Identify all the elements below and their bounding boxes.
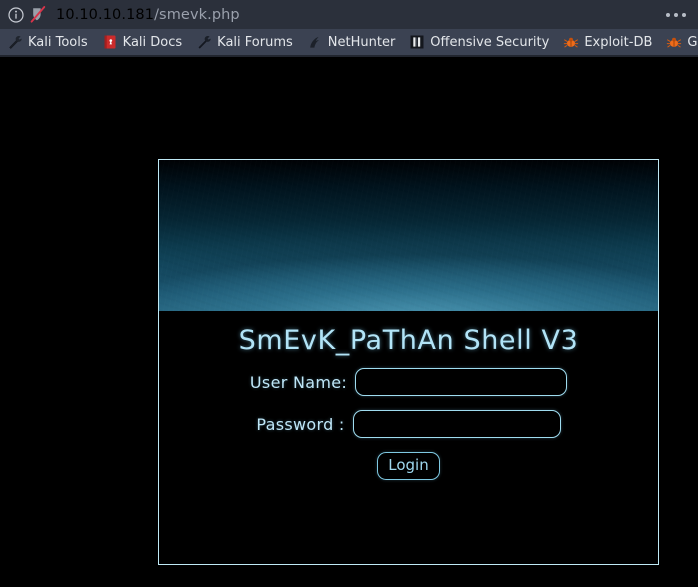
bookmark-offensive-security[interactable]: Offensive Security bbox=[402, 29, 556, 55]
nethunter-dragon-icon bbox=[307, 34, 323, 50]
login-button[interactable]: Login bbox=[377, 452, 440, 480]
password-label: Password : bbox=[256, 414, 345, 434]
more-dot bbox=[682, 12, 686, 17]
url-path: /smevk.php bbox=[154, 6, 240, 23]
bookmark-label: NetHunter bbox=[327, 34, 396, 50]
bookmark-label: Kali Forums bbox=[217, 34, 293, 50]
exploit-db-bug-icon bbox=[563, 34, 579, 50]
password-row: Password : bbox=[159, 410, 658, 438]
username-row: User Name: bbox=[159, 368, 658, 396]
shell-banner-image bbox=[159, 160, 658, 311]
bookmark-label: Exploit-DB bbox=[584, 34, 653, 50]
more-options-icon[interactable] bbox=[660, 9, 692, 21]
bookmark-label: Kali Docs bbox=[122, 34, 183, 50]
login-form: User Name: Password : Login bbox=[159, 362, 658, 480]
kali-tools-wrench-icon bbox=[7, 34, 23, 50]
bookmark-kali-tools[interactable]: Kali Tools bbox=[0, 29, 95, 55]
bookmark-exploit-db[interactable]: Exploit-DB bbox=[556, 29, 659, 55]
bookmark-label: Offensive Security bbox=[430, 34, 550, 50]
bookmark-kali-docs[interactable]: Kali Docs bbox=[95, 29, 190, 55]
url-text[interactable]: 10.10.10.181/smevk.php bbox=[56, 7, 240, 23]
browser-chrome: 10.10.10.181/smevk.php Kali Tools Kali D… bbox=[0, 0, 698, 57]
shield-disabled-icon[interactable] bbox=[28, 5, 50, 25]
submit-row: Login bbox=[159, 452, 658, 480]
username-input[interactable] bbox=[355, 368, 568, 396]
kali-docs-book-icon bbox=[102, 34, 118, 50]
url-host: 10.10.10.181 bbox=[56, 6, 155, 23]
url-bar[interactable]: 10.10.10.181/smevk.php bbox=[0, 0, 698, 29]
offensive-security-icon bbox=[409, 34, 425, 50]
bookmark-ghdb[interactable]: GHD bbox=[659, 29, 698, 55]
bookmark-nethunter[interactable]: NetHunter bbox=[300, 29, 403, 55]
more-dot bbox=[666, 12, 670, 17]
banner-texture-overlay bbox=[159, 160, 658, 311]
password-input[interactable] bbox=[352, 410, 561, 438]
ghdb-bug-icon bbox=[666, 34, 682, 50]
bookmarks-bar: Kali Tools Kali Docs Kali Forums NetHunt… bbox=[0, 29, 698, 55]
username-label: User Name: bbox=[249, 372, 348, 392]
shell-login-panel: SmEvK_PaThAn Shell V3 User Name: Passwor… bbox=[158, 159, 659, 565]
more-dot bbox=[674, 12, 678, 17]
bookmark-label: GHD bbox=[687, 34, 698, 50]
bookmark-label: Kali Tools bbox=[28, 34, 88, 50]
kali-forums-wrench-icon bbox=[196, 34, 212, 50]
bookmark-kali-forums[interactable]: Kali Forums bbox=[189, 29, 300, 55]
info-circle-icon[interactable] bbox=[6, 5, 26, 25]
page-body: SmEvK_PaThAn Shell V3 User Name: Passwor… bbox=[0, 57, 698, 587]
page-title: SmEvK_PaThAn Shell V3 bbox=[238, 325, 579, 356]
